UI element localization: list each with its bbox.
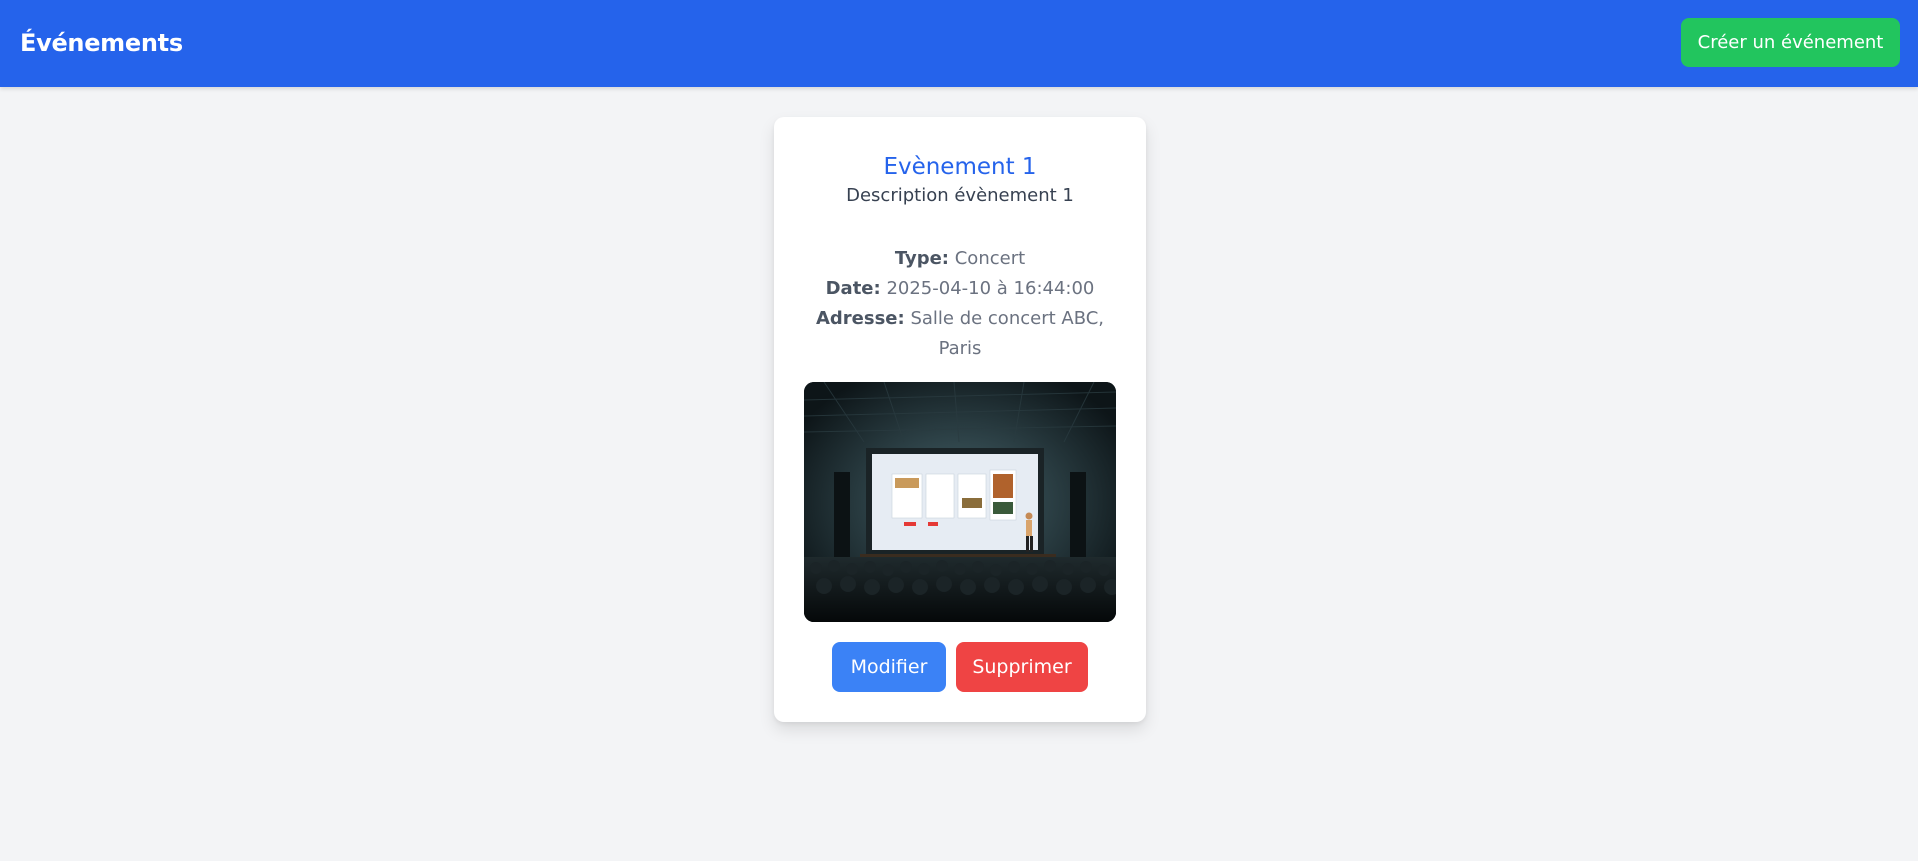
event-type-value: Concert — [954, 248, 1026, 269]
event-image — [804, 382, 1116, 622]
event-date-label: Date: — [825, 278, 881, 299]
event-type-row: Type: Concert — [814, 244, 1106, 274]
app-title: Événements — [20, 29, 183, 57]
top-navbar: Événements Créer un événement — [0, 0, 1918, 87]
create-event-button[interactable]: Créer un événement — [1681, 18, 1900, 67]
event-description: Description évènement 1 — [846, 185, 1074, 206]
event-title: Evènement 1 — [883, 154, 1037, 180]
event-card: Evènement 1 Description évènement 1 Type… — [774, 117, 1146, 722]
event-date-value: 2025-04-10 à 16:44:00 — [886, 278, 1095, 299]
event-date-row: Date: 2025-04-10 à 16:44:00 — [814, 274, 1106, 304]
edit-event-button[interactable]: Modifier — [832, 642, 946, 692]
event-details: Type: Concert Date: 2025-04-10 à 16:44:0… — [814, 244, 1106, 364]
event-address-value: Salle de concert ABC, Paris — [910, 308, 1105, 359]
event-address-label: Adresse: — [815, 308, 905, 329]
event-type-label: Type: — [894, 248, 949, 269]
concert-hall-picture — [804, 382, 1116, 622]
delete-event-button[interactable]: Supprimer — [956, 642, 1088, 692]
event-actions: Modifier Supprimer — [774, 642, 1146, 692]
event-address-row: Adresse: Salle de concert ABC, Paris — [814, 304, 1106, 364]
